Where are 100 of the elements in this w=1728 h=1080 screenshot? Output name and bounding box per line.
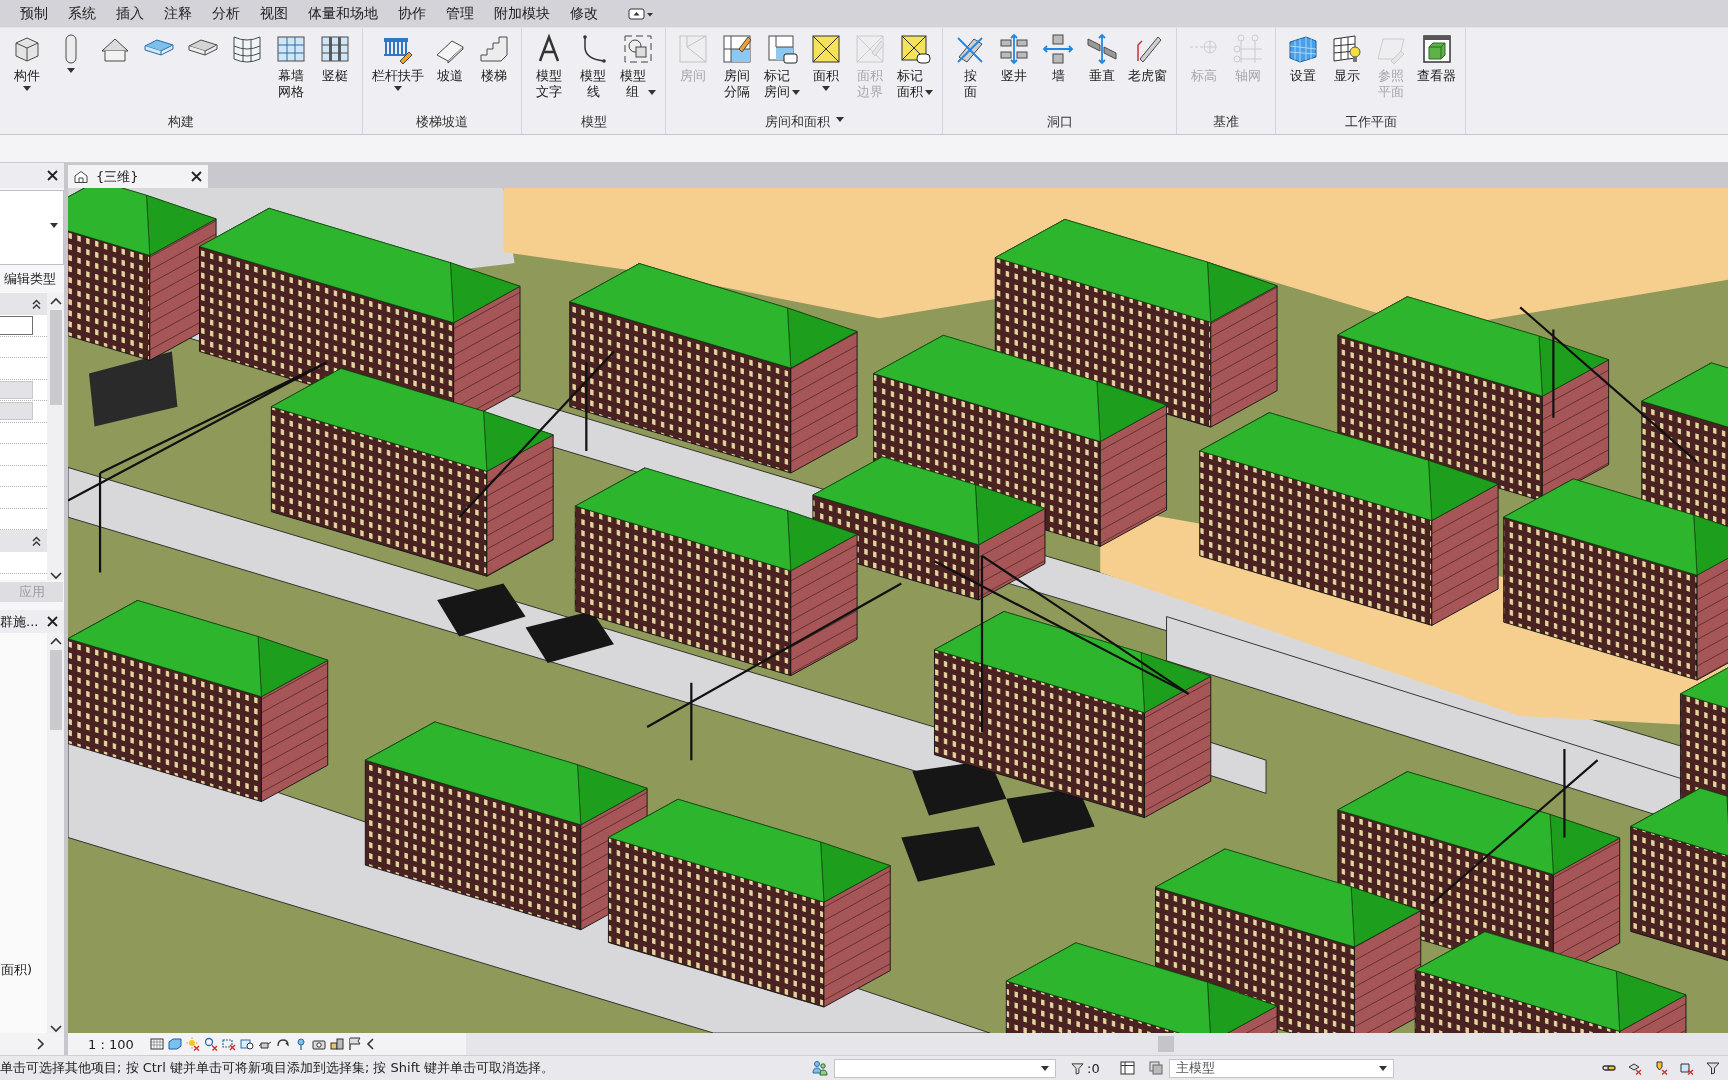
panel-toggle-icon[interactable] (628, 7, 654, 20)
ribbon-tab[interactable]: 预制 (10, 0, 58, 27)
view-tab[interactable]: {三维} (68, 165, 208, 188)
ribbon-tab[interactable]: 注释 (154, 0, 202, 27)
room-pencil-icon (721, 33, 753, 65)
caret-icon (1378, 1065, 1387, 1071)
shaft-arrow-icon (998, 33, 1030, 65)
vertical-opening-button[interactable]: 垂直 (1081, 33, 1123, 84)
scrollbar-thumb[interactable] (1158, 1036, 1174, 1052)
collapse-icon[interactable] (32, 298, 41, 310)
shaft-button[interactable]: 竖井 (993, 33, 1035, 84)
dormer-button[interactable]: 老虎窗 (1125, 33, 1170, 84)
tag-area-button[interactable]: 标记面积 (893, 33, 936, 100)
ribbon-tab[interactable]: 体量和场地 (298, 0, 388, 27)
mullion-button[interactable]: 竖梃 (314, 33, 356, 84)
cube-icon[interactable] (167, 1037, 182, 1051)
cube-window-icon (1420, 33, 1453, 65)
status-message: 单击可选择其他项目; 按 Ctrl 键并单击可将新项目添加到选择集; 按 Shift 键并单击可取消选择。 (0, 1059, 556, 1077)
property-group-header[interactable] (0, 293, 47, 315)
ribbon-group-title: 房间和面积 (764, 113, 830, 131)
magnifier-cross-icon[interactable] (203, 1037, 218, 1051)
face-cross-icon[interactable] (1680, 1061, 1694, 1075)
shield-cross-icon[interactable] (1654, 1061, 1668, 1075)
filter-count: :0 (1087, 1060, 1100, 1076)
wall-opening-button[interactable]: 墙 (1037, 33, 1079, 84)
scroll-up-icon[interactable] (49, 297, 62, 306)
component-button[interactable]: 构件 (6, 33, 48, 96)
ribbon-tab[interactable]: 修改 (560, 0, 608, 27)
caret-icon (50, 222, 58, 228)
funnel-icon[interactable] (1706, 1061, 1720, 1075)
ribbon-tab[interactable]: 插入 (106, 0, 154, 27)
house-icon (74, 169, 88, 184)
frame-lens-icon[interactable] (239, 1037, 254, 1051)
show-workplane-button[interactable]: 显示 (1326, 33, 1368, 84)
viewer-button[interactable]: 查看器 (1414, 33, 1459, 84)
dashed-group-icon (621, 33, 654, 65)
stair-button[interactable]: 楼梯 (473, 33, 515, 84)
close-icon[interactable] (47, 170, 58, 181)
ribbon-tab[interactable]: 附加模块 (484, 0, 560, 27)
close-icon[interactable] (191, 171, 202, 182)
room-separator-button[interactable]: 房间分隔 (716, 33, 758, 100)
scrollbar-thumb[interactable] (49, 310, 62, 405)
scrollbar-thumb[interactable] (49, 650, 62, 730)
filter-icon[interactable] (1071, 1061, 1084, 1075)
ribbon-group-title: 楼梯坡道 (416, 113, 468, 131)
hatched-square-icon[interactable] (149, 1037, 164, 1051)
area-button[interactable]: 面积 (805, 33, 847, 96)
set-workplane-button[interactable]: 设置 (1282, 33, 1324, 84)
layer-cross-icon[interactable] (1628, 1061, 1642, 1075)
slab-arrow-icon (1086, 33, 1118, 65)
grid-lines-icon (1232, 33, 1264, 65)
scroll-down-icon[interactable] (49, 571, 62, 580)
area-icon (810, 33, 842, 65)
ribbon-group-title: 基准 (1213, 113, 1239, 131)
chevron-left-icon[interactable] (365, 1038, 375, 1050)
property-group-header[interactable] (0, 530, 47, 552)
curved-grid-icon (231, 33, 263, 65)
camera-icon[interactable] (311, 1037, 326, 1051)
frame-cross-icon[interactable] (221, 1037, 236, 1051)
model-text-button[interactable]: 模型文字 (528, 33, 570, 100)
scroll-down-icon[interactable] (49, 1024, 62, 1033)
stairs-icon (478, 33, 510, 65)
property-value-field[interactable] (0, 315, 33, 335)
plane-grid-icon (1287, 33, 1319, 65)
close-icon[interactable] (47, 616, 58, 627)
scale-button[interactable]: 1 : 100 (88, 1036, 134, 1052)
browser-item[interactable]: 面积) (0, 961, 47, 979)
design-option-dropdown[interactable]: 主模型 (1168, 1058, 1394, 1078)
caret-icon (1041, 1065, 1049, 1071)
grid-bulb-icon (1331, 33, 1363, 65)
ribbon-tab[interactable]: 系统 (58, 0, 106, 27)
wall-arrow-icon (1042, 33, 1074, 65)
ribbon-group-title: 工作平面 (1344, 113, 1397, 131)
room-tag-icon (765, 33, 798, 65)
curtain-grid-button[interactable]: 幕墙网格 (270, 33, 312, 100)
model-group-button[interactable]: 模型组 (616, 33, 659, 100)
ribbon-tab[interactable]: 协作 (388, 0, 436, 27)
table-icon[interactable] (1119, 1061, 1135, 1075)
box-stack-icon[interactable] (329, 1037, 344, 1051)
project-browser-title: 群施... (0, 612, 39, 631)
edit-type-button[interactable]: 编辑类型 (0, 270, 56, 288)
ramp-button[interactable]: 坡道 (429, 33, 471, 84)
by-face-button[interactable]: 按面 (949, 33, 991, 100)
tag-room-button[interactable]: 标记房间 (760, 33, 803, 100)
people-icon[interactable] (812, 1060, 828, 1076)
vertical-scrollbar[interactable] (47, 293, 64, 580)
sun-cross-icon[interactable] (185, 1037, 200, 1051)
area-pencil-icon (854, 33, 886, 65)
model-line-button[interactable]: 模型线 (572, 33, 614, 100)
ribbon-tab[interactable]: 分析 (202, 0, 250, 27)
chevron-right-icon[interactable] (36, 1038, 45, 1050)
horizontal-scrollbar[interactable] (466, 1033, 1728, 1055)
scroll-up-icon[interactable] (49, 637, 62, 646)
flag-icon[interactable] (347, 1037, 362, 1051)
layers-icon[interactable] (1148, 1061, 1163, 1075)
ribbon-tab[interactable]: 管理 (436, 0, 484, 27)
railing-button[interactable]: 栏杆扶手 (369, 33, 427, 96)
collapse-icon[interactable] (32, 535, 41, 547)
ribbon-tab[interactable]: 视图 (250, 0, 298, 27)
ribbon-group-title: 模型 (580, 113, 607, 131)
